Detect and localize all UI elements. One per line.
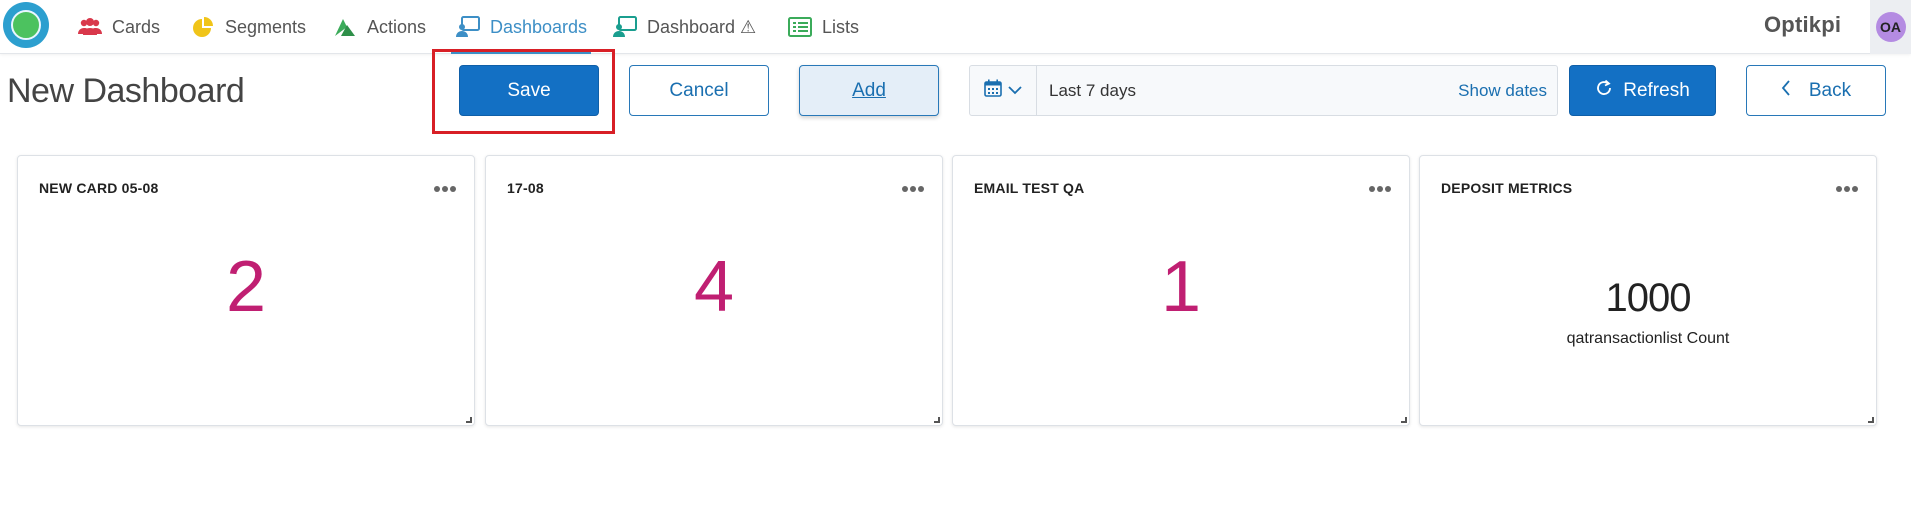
dashboard-icon [455,16,481,38]
refresh-icon [1595,79,1613,103]
calendar-icon [984,79,1002,102]
nav-item-actions[interactable]: Actions [332,0,426,54]
add-button[interactable]: Add [799,65,939,116]
dashboard-card[interactable]: 17-08 4 [485,155,943,426]
save-button[interactable]: Save [459,65,599,116]
more-options-icon[interactable] [902,184,924,194]
dashboard-card[interactable]: EMAIL TEST QA 1 [952,155,1410,426]
more-options-icon[interactable] [434,184,456,194]
card-value: 4 [693,247,735,327]
nav-item-label: Dashboards [490,16,588,37]
resize-handle-icon[interactable] [934,417,940,423]
nav-item-label: Segments [225,16,307,37]
show-dates-link[interactable]: Show dates [1458,81,1547,101]
card-value: 1000 [1605,276,1692,320]
resize-handle-icon[interactable] [1868,417,1874,423]
users-icon [77,16,103,38]
dashboard-icon [612,16,638,38]
card-value: 2 [225,247,267,327]
avatar: OA [1875,12,1906,42]
card-title: DEPOSIT METRICS [1441,180,1573,196]
refresh-button[interactable]: Refresh [1569,65,1716,116]
more-options-icon[interactable] [1836,184,1858,194]
actions-icon [332,16,358,38]
card-title: NEW CARD 05-08 [39,180,159,196]
resize-handle-icon[interactable] [1401,417,1407,423]
nav-item-lists[interactable]: Lists [787,0,859,54]
nav-item-segments[interactable]: Segments [190,0,306,54]
user-menu[interactable]: OA [1870,0,1911,54]
back-button[interactable]: Back [1746,65,1886,116]
back-label: Back [1808,79,1852,101]
page-title: New Dashboard [7,72,245,110]
brand-name: Optikpi [1764,12,1842,37]
nav-item-label: Dashboard ⚠ [647,16,757,37]
more-options-icon[interactable] [1369,184,1391,194]
cancel-button[interactable]: Cancel [629,65,769,116]
card-title: EMAIL TEST QA [974,180,1085,196]
date-range-value: Last 7 days [1049,80,1136,100]
chevron-down-icon [1008,82,1022,100]
date-range-dropdown[interactable] [970,66,1037,115]
list-icon [787,16,813,38]
dashboard-card[interactable]: DEPOSIT METRICS 1000 qatransactionlist C… [1419,155,1877,426]
card-value: 1 [1160,247,1202,327]
nav-item-cards[interactable]: Cards [77,0,160,54]
pie-chart-icon [190,16,216,38]
nav-item-dashboards[interactable]: Dashboards [450,0,592,54]
card-subtitle: qatransactionlist Count [1566,330,1730,347]
card-title: 17-08 [507,180,544,196]
nav-item-label: Cards [112,16,161,37]
app-logo[interactable] [3,2,49,48]
refresh-label: Refresh [1623,79,1690,101]
resize-handle-icon[interactable] [466,417,472,423]
top-nav: Cards Segments Actions Dashboards Dashbo… [0,0,1911,54]
nav-item-label: Lists [822,16,860,37]
nav-item-dashboard-warning[interactable]: Dashboard ⚠ [612,0,756,54]
date-range-picker: Last 7 days Show dates [969,65,1558,116]
dashboard-card[interactable]: NEW CARD 05-08 2 [17,155,475,426]
nav-item-label: Actions [367,16,427,37]
chevron-left-icon [1781,79,1791,102]
